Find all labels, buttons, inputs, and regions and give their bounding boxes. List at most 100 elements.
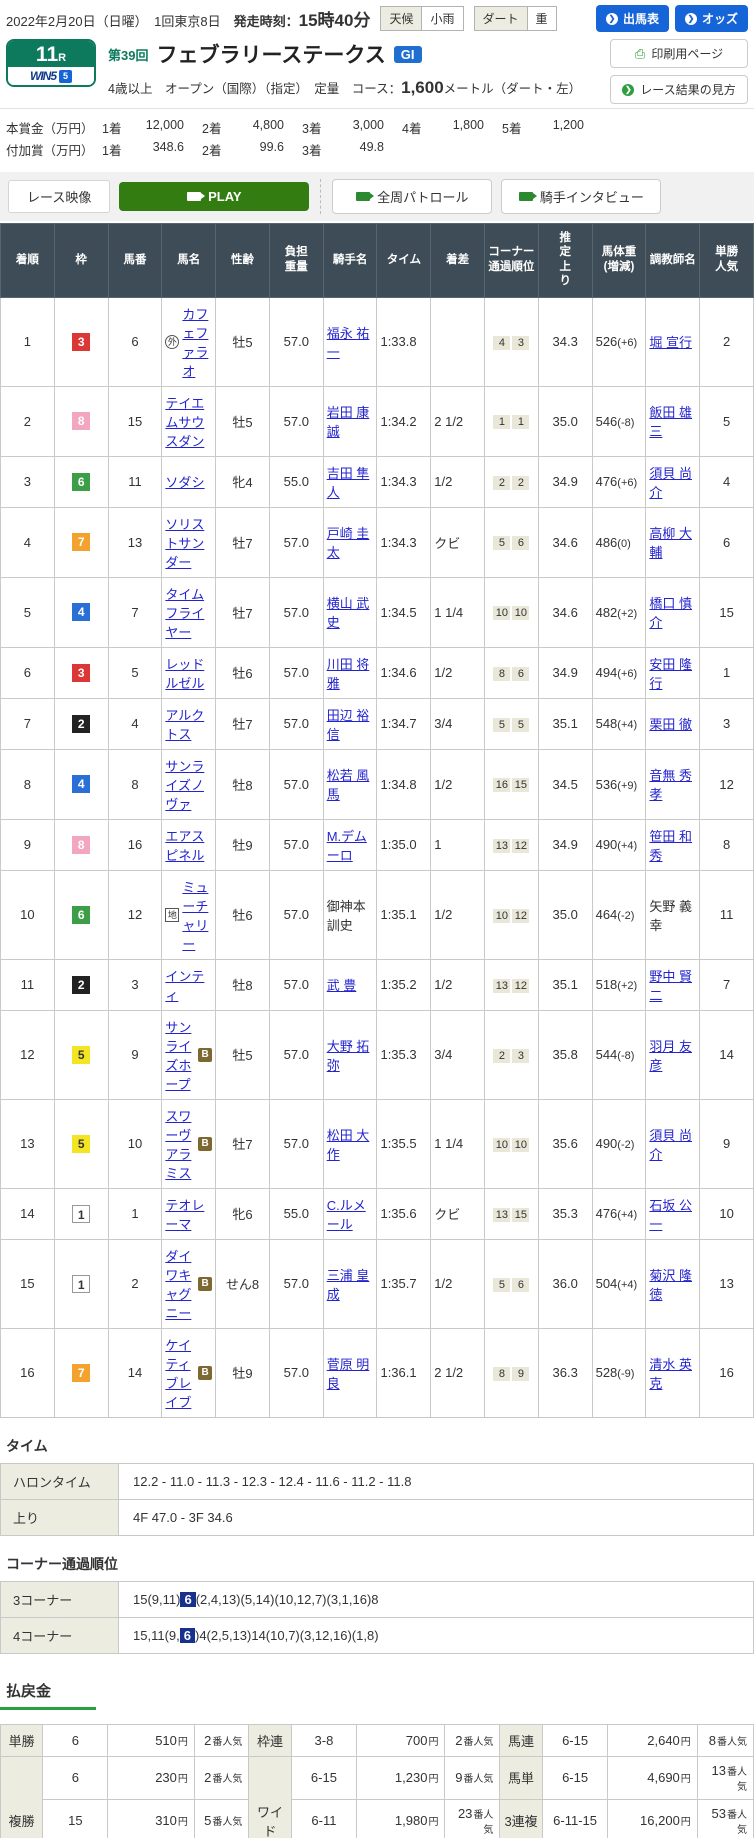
payout-popularity-value: 23 [457,1805,473,1821]
race-number-badge: 11R WIN5 5 [6,39,96,88]
trainer-link[interactable]: 清水 英克 [649,1357,692,1391]
trainer-link[interactable]: 笹田 和秀 [649,829,692,863]
horse-link[interactable]: ソリストサンダー [165,514,212,571]
trainer-link[interactable]: 飯田 雄三 [649,405,692,439]
trainer-link[interactable]: 須貝 尚介 [649,1128,692,1162]
prize-value: 3,000 [352,118,384,132]
finish-time: 1:34.2 [376,385,432,457]
body-weight-cell: 548(+4) [591,697,647,750]
payout-popularity: 13番人気 [696,1755,754,1800]
win-favorite-rank: 2 [699,296,754,387]
entries-button[interactable]: ❯ 出馬表 [595,5,669,32]
race-round: 第39回 [108,47,149,63]
corner-3-position: 1 [493,415,511,430]
jockey-link[interactable]: 福永 祐一 [327,326,370,360]
trainer-link[interactable]: 須貝 尚介 [649,466,692,500]
horse-link[interactable]: サンライズホープ [165,1017,195,1093]
trainer-link[interactable]: 羽月 友彦 [649,1039,692,1073]
corner-order-cell: 11 [484,385,539,457]
horse-link[interactable]: ソダシ [165,472,204,491]
prize-main-label: 本賞金（万円） [6,122,94,136]
corner-4-position: 12 [512,838,530,853]
horse-link[interactable]: スワーヴアラミス [165,1106,195,1182]
carried-weight: 57.0 [268,576,324,648]
body-weight-diff: (-8) [617,416,635,429]
trainer-link[interactable]: 橋口 慎介 [649,596,692,630]
horse-link[interactable]: エアスピネル [165,826,212,864]
jockey-link[interactable]: M.デムーロ [327,829,367,863]
odds-button[interactable]: ❯ オッズ [674,5,748,32]
horse-link[interactable]: ミューチャリー [182,877,212,953]
result-guide-button[interactable]: ❯ レース結果の見方 [610,75,748,104]
win-favorite-rank: 9 [699,1098,754,1189]
horse-link[interactable]: カフェファラオ [182,304,212,380]
trainer-link[interactable]: 野中 賢二 [649,969,692,1003]
result-row: 2 8 15 テイエムサウスダン 牡5 57.0 岩田 康誠 1:34.2 2 1/2 1 1 35.… [0,385,754,457]
jockey-cell: 戸崎 圭太 [322,506,378,578]
trainer-link[interactable]: 堀 宣行 [649,335,692,350]
printer-icon: ⎙ [634,45,646,61]
jockey-link[interactable]: 戸崎 圭太 [327,526,370,560]
jockey-link[interactable]: 三浦 皇成 [327,1268,370,1302]
popularity-suffix: 番人気 [212,1736,243,1748]
body-weight: 526 [595,334,618,350]
horse-name-wrap: サンライズノヴァ [165,756,212,813]
jockey-link[interactable]: 岩田 康誠 [327,405,370,439]
prize-rank: 2着 [202,122,222,136]
trainer-link[interactable]: 石坂 公一 [649,1198,692,1232]
print-page-button[interactable]: ⎙ 印刷用ページ [610,39,748,68]
jockey-link[interactable]: 横山 武史 [327,596,370,630]
jockey-link[interactable]: 松田 大作 [327,1128,370,1162]
payout-popularity-value: 53 [711,1805,726,1821]
horse-link[interactable]: インティ [165,966,212,1004]
payout-popularity: 5番人気 [193,1798,250,1838]
horse-name-wrap: ソダシ [165,472,212,491]
payout-amount: 230円 [107,1755,195,1800]
waku-cell: 7 [53,1327,109,1418]
last-3f-time: 36.3 [537,1327,593,1418]
payout-bet-type: 馬連 [499,1723,543,1757]
jockey-link[interactable]: 吉田 隼人 [327,466,370,500]
trainer-link[interactable]: 音無 秀孝 [649,768,692,802]
finish-time: 1:35.5 [376,1098,432,1189]
trainer-link[interactable]: 安田 隆行 [649,657,692,691]
trainer-link[interactable]: 菊沢 隆徳 [649,1268,692,1302]
horse-name-wrap: レッドルゼル [165,654,212,692]
trainer-link[interactable]: 高柳 大輔 [649,526,692,560]
jockey-link[interactable]: 大野 拓弥 [327,1039,370,1073]
jockey-link[interactable]: 松若 風馬 [327,768,370,802]
horse-link[interactable]: ダイワキャグニー [165,1246,195,1322]
body-weight-diff: (+6) [617,337,638,350]
sex-age: 牡7 [215,506,270,578]
body-weight-cell: 518(+2) [591,958,647,1011]
jockey-link[interactable]: 田辺 裕信 [327,708,370,742]
jockey-link[interactable]: 菅原 明良 [327,1357,370,1391]
horse-link[interactable]: ケイティブレイブ [165,1335,195,1411]
horse-name-cell: ダイワキャグニー B [161,1238,217,1329]
payout-combination: 6-15 [541,1723,609,1757]
horse-number: 5 [107,646,163,699]
jockey-link[interactable]: C.ルメール [327,1198,366,1232]
horse-link[interactable]: テイエムサウスダン [165,393,212,450]
horse-link[interactable]: アルクトス [165,705,212,743]
waku-cell: 1 [53,1238,109,1329]
horse-link[interactable]: テオレーマ [165,1195,212,1233]
corner-order-suffix: (2,4,13)(5,14)(10,12,7)(3,1,16)8 [195,1591,379,1607]
play-button[interactable]: PLAY [119,182,310,211]
popularity-suffix: 番人気 [717,1736,747,1748]
waku-cell: 7 [53,506,109,578]
arrow-circle-icon: ❯ [605,12,618,25]
horse-number: 10 [107,1098,163,1189]
horse-link[interactable]: タイムフライヤー [165,584,212,641]
last-3f-time: 34.3 [537,296,593,387]
patrol-video-button[interactable]: 全周パトロール [332,179,493,214]
corner-order-suffix: )4(2,5,13)14(10,7)(3,12,16)(1,8) [194,1627,379,1643]
finish-time: 1:34.8 [376,748,432,820]
jockey-link[interactable]: 武 豊 [327,978,357,993]
jockey-interview-button[interactable]: 騎手インタビュー [501,179,662,214]
sex-age: 牡9 [215,818,270,871]
horse-link[interactable]: レッドルゼル [165,654,212,692]
jockey-link[interactable]: 川田 将雅 [327,657,370,691]
trainer-link[interactable]: 栗田 徹 [649,717,692,732]
horse-link[interactable]: サンライズノヴァ [165,756,212,813]
